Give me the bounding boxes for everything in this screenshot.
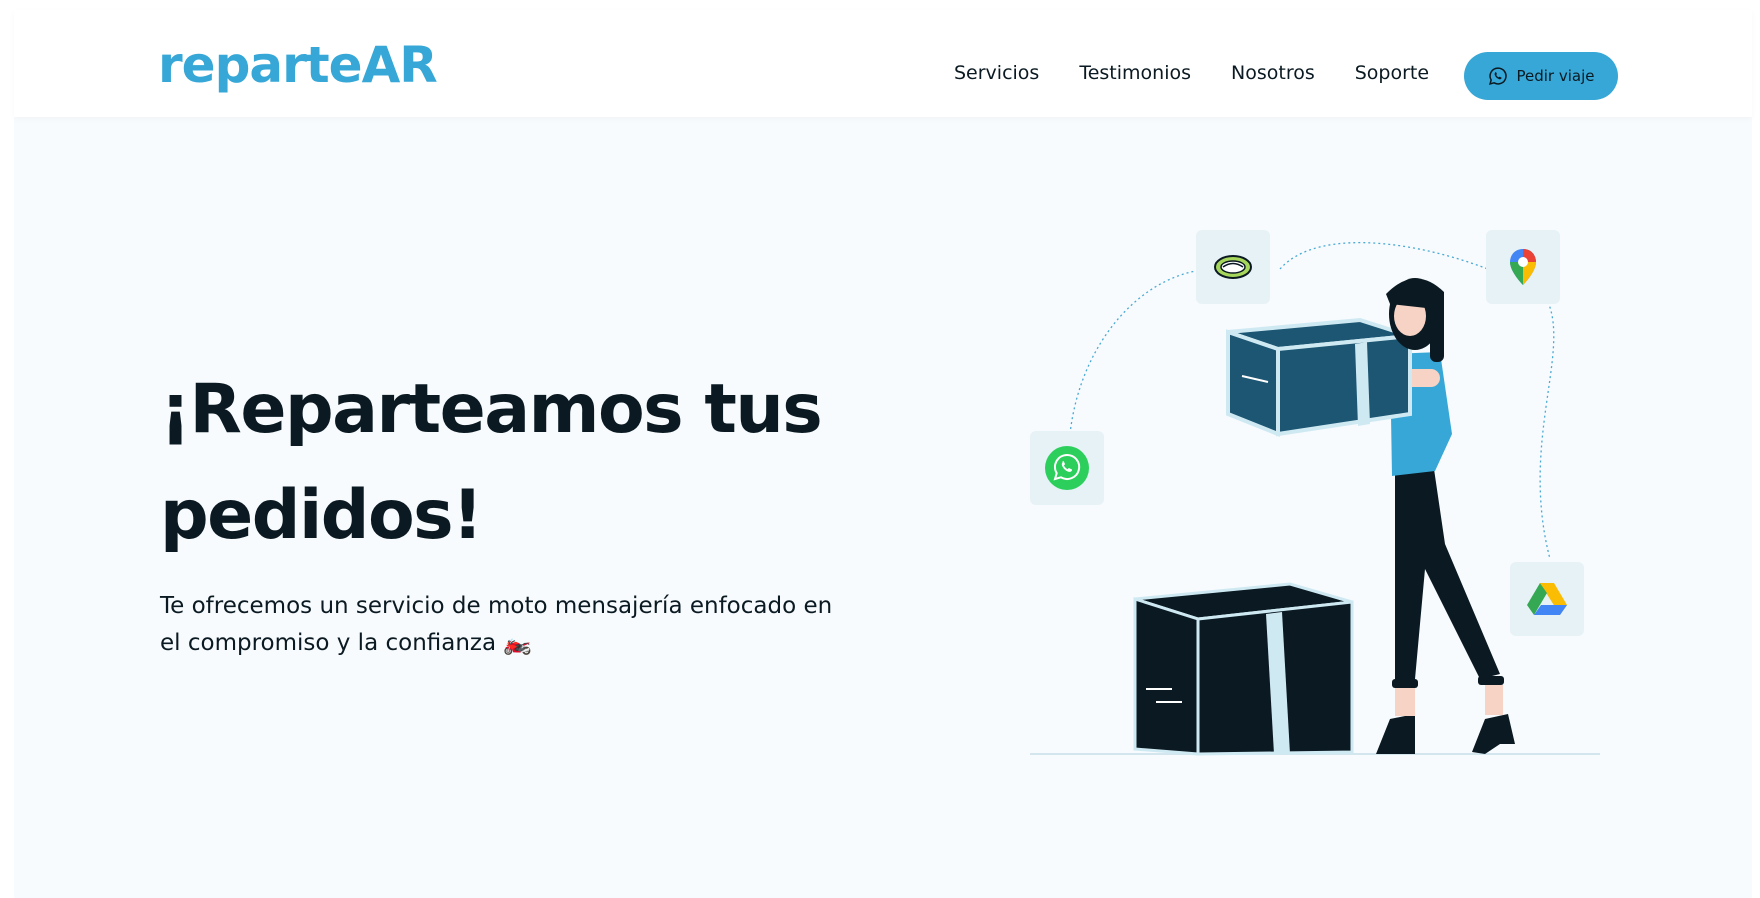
box-illustration-carried [1226, 317, 1412, 437]
logo-text: reparteAR [158, 36, 438, 94]
main-nav: Servicios Testimonios Nosotros Soporte [954, 62, 1469, 84]
nav-link-testimonios[interactable]: Testimonios [1079, 62, 1191, 84]
nav-link-soporte[interactable]: Soporte [1355, 62, 1429, 84]
nav-link-nosotros[interactable]: Nosotros [1231, 62, 1315, 84]
delivery-person-illustration [1030, 242, 1600, 756]
top-navbar: reparteAR Servicios Testimonios Nosotros… [14, 10, 1752, 117]
brand-logo[interactable]: reparteAR [158, 36, 438, 94]
hero-illustration [1030, 224, 1610, 764]
pedir-viaje-button[interactable]: Pedir viaje [1464, 52, 1618, 100]
google-drive-icon [1510, 562, 1584, 636]
whatsapp-icon [1488, 67, 1507, 85]
box-illustration-floor [1133, 582, 1354, 756]
nav-link-servicios[interactable]: Servicios [954, 62, 1039, 84]
hero-subtitle: Te ofrecemos un servicio de moto mensaje… [160, 593, 833, 656]
google-maps-icon [1486, 230, 1560, 304]
pedir-viaje-label: Pedir viaje [1516, 67, 1595, 85]
whatsapp-icon [1030, 431, 1104, 505]
hero-title: ¡Reparteamos tus pedidos! [160, 370, 823, 555]
mercadopago-handshake-icon [1196, 230, 1270, 304]
